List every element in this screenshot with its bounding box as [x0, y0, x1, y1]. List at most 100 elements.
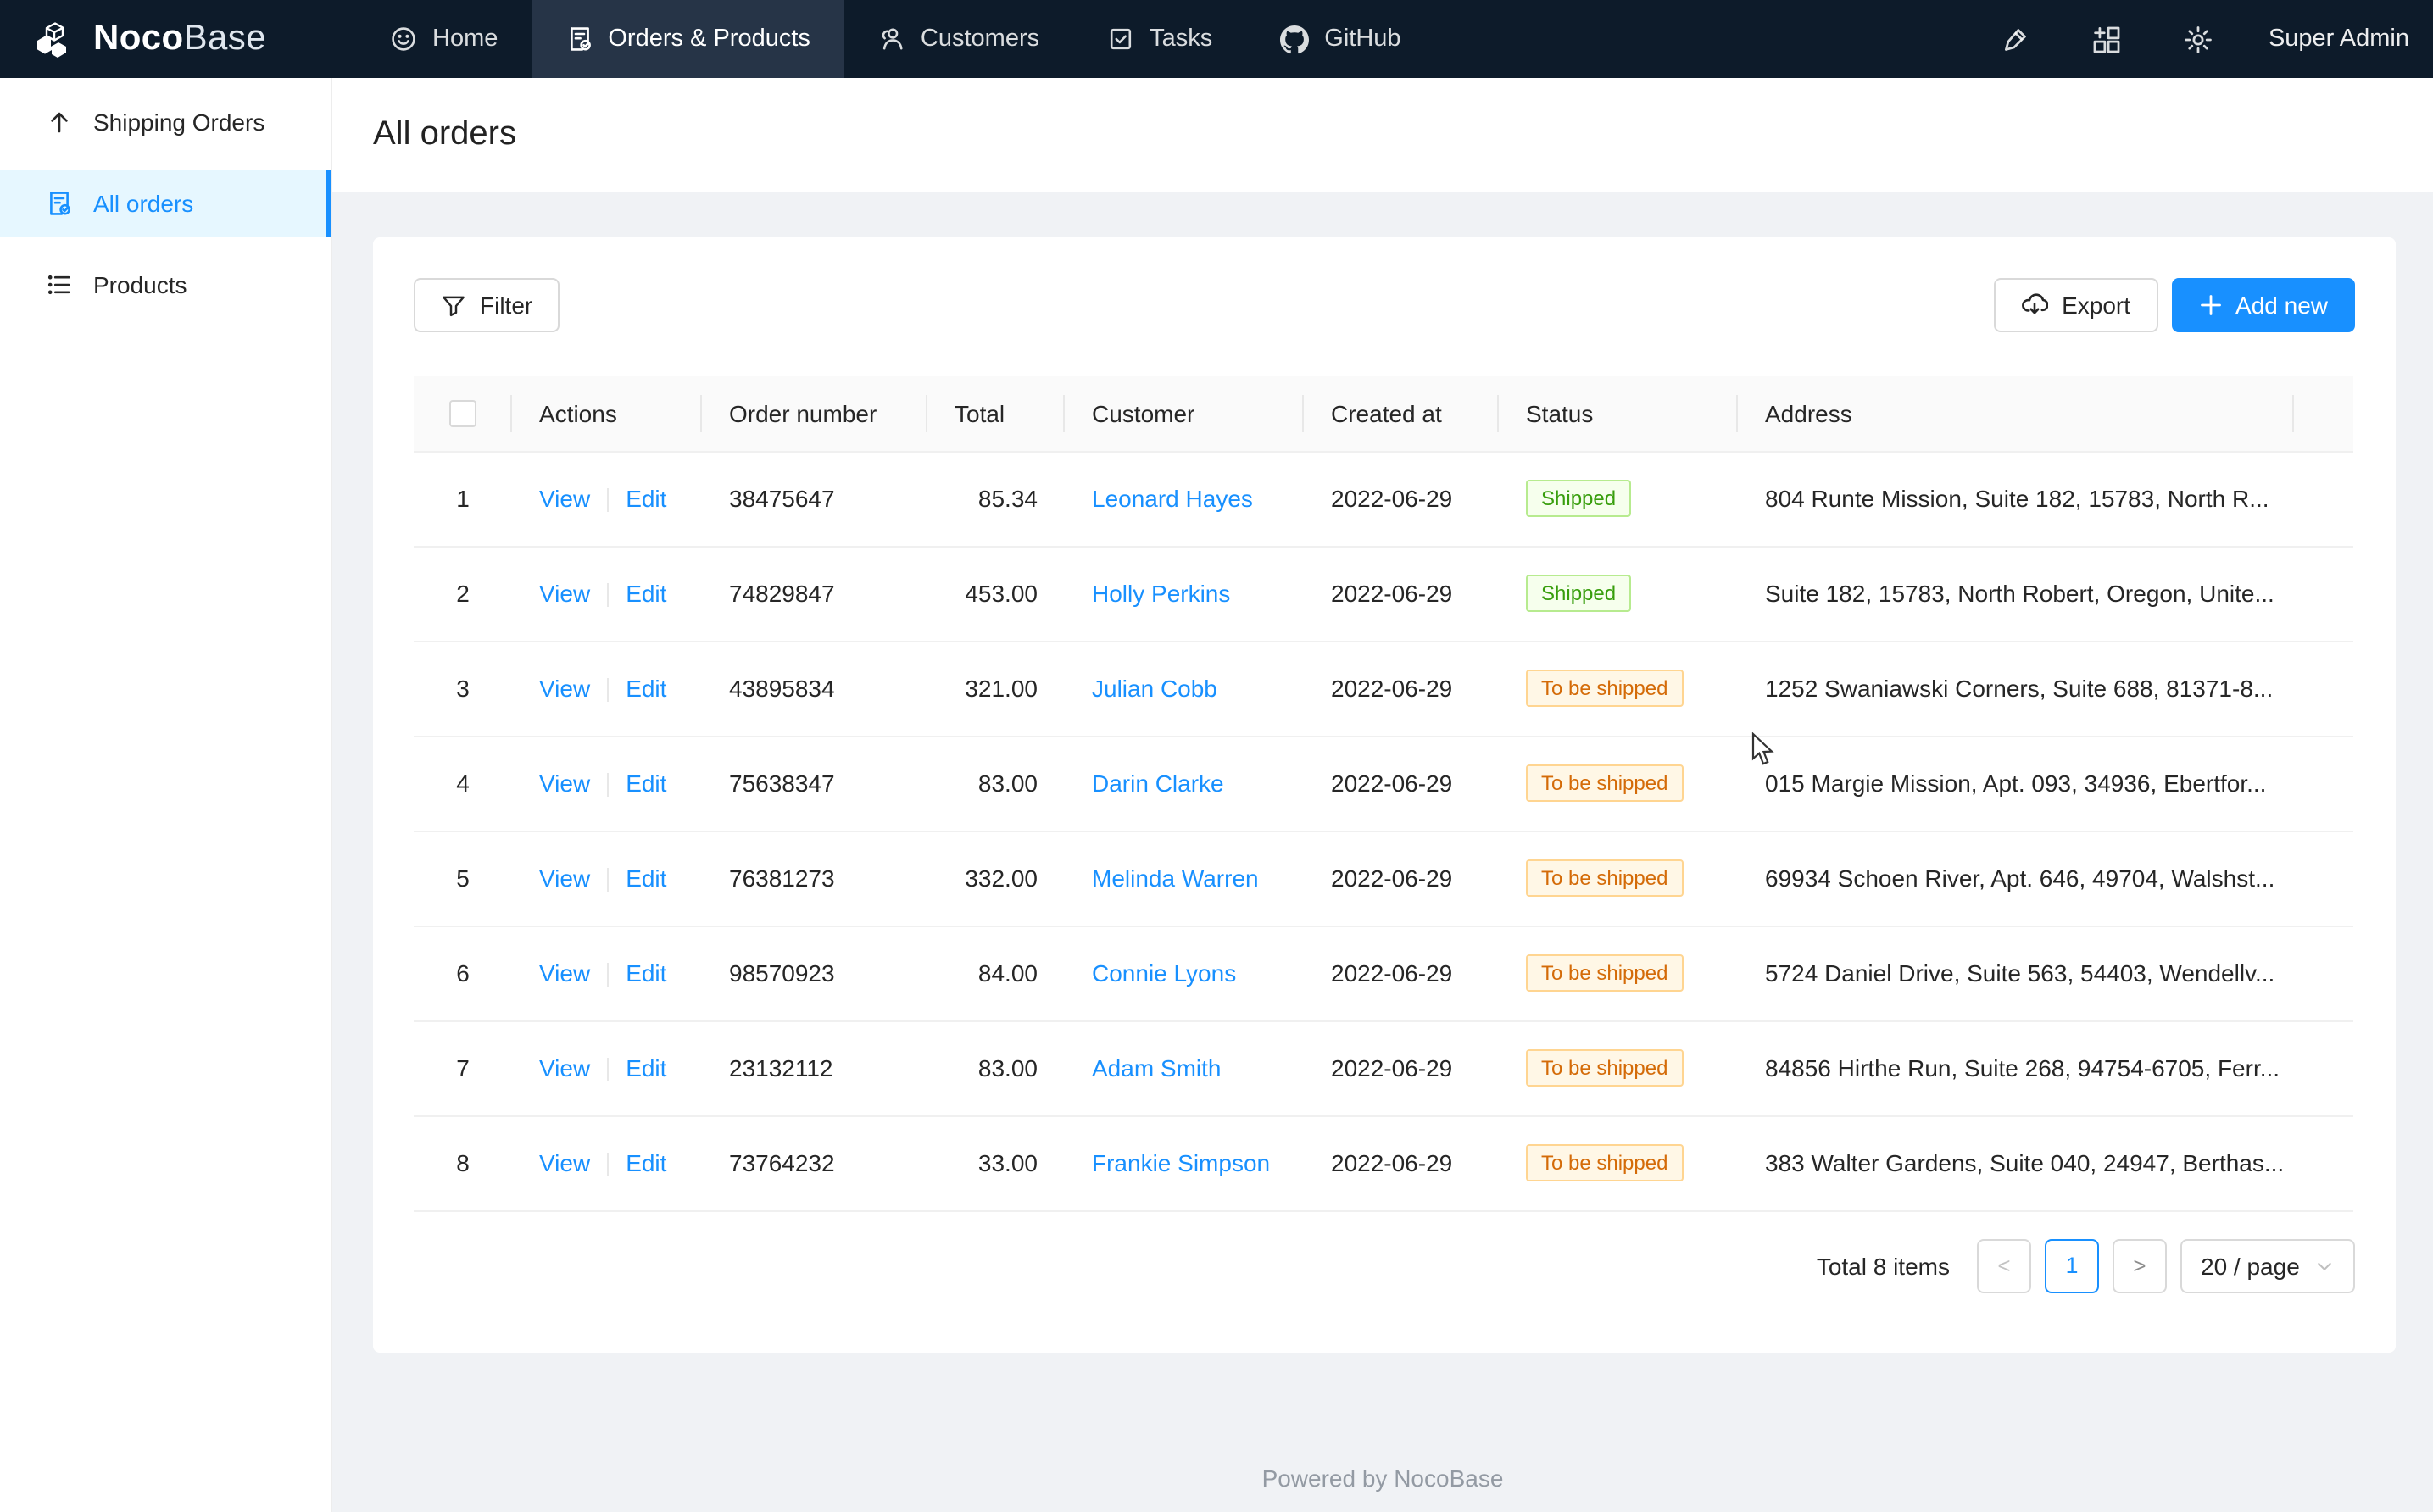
table-toolbar: Filter Export Add new	[414, 278, 2355, 332]
settings-gear-icon[interactable]	[2177, 17, 2221, 61]
row-actions-cell: View Edit	[512, 1020, 702, 1115]
view-link[interactable]: View	[539, 770, 590, 797]
sidebar-item-all-orders[interactable]: All orders	[0, 170, 331, 237]
view-link[interactable]: View	[539, 959, 590, 987]
status-cell: Shipped	[1499, 451, 1738, 546]
edit-link[interactable]: Edit	[626, 485, 666, 512]
app-screen: NocoBase Home Orders & Products Customer…	[0, 0, 2433, 1512]
table-row: 7ViewEdit2313211283.00Adam Smith2022-06-…	[414, 1020, 2353, 1115]
tab-customers[interactable]: Customers	[844, 0, 1073, 78]
total-cell: 332.00	[927, 831, 1065, 926]
total-cell: 83.00	[927, 736, 1065, 831]
created-at-cell: 2022-06-29	[1304, 831, 1499, 926]
spacer-cell	[2294, 451, 2353, 546]
edit-link[interactable]: Edit	[626, 864, 666, 892]
status-cell: Shipped	[1499, 546, 1738, 641]
view-link[interactable]: View	[539, 485, 590, 512]
customer-link[interactable]: Leonard Hayes	[1092, 485, 1253, 512]
edit-link[interactable]: Edit	[626, 1149, 666, 1176]
column-header-total: Total	[927, 376, 1065, 451]
plus-icon	[2198, 293, 2222, 317]
user-menu[interactable]: Super Admin	[2269, 25, 2409, 53]
customer-cell: Connie Lyons	[1065, 926, 1304, 1020]
main-nav-tabs: Home Orders & Products Customers Tasks G…	[356, 0, 1435, 78]
action-divider	[607, 583, 609, 607]
order-number-cell: 43895834	[702, 641, 927, 736]
customer-link[interactable]: Melinda Warren	[1092, 864, 1259, 892]
address-cell: 5724 Daniel Drive, Suite 563, 54403, Wen…	[1738, 926, 2294, 1020]
customer-link[interactable]: Julian Cobb	[1092, 675, 1217, 702]
table-body: 1ViewEdit3847564785.34Leonard Hayes2022-…	[414, 451, 2353, 1210]
row-index-cell: 7	[414, 1020, 512, 1115]
action-divider	[607, 678, 609, 702]
address-cell: 69934 Schoen River, Apt. 646, 49704, Wal…	[1738, 831, 2294, 926]
spacer-cell	[2294, 1020, 2353, 1115]
pagination-prev-button[interactable]: <	[1977, 1238, 2031, 1292]
tab-tasks[interactable]: Tasks	[1073, 0, 1246, 78]
status-cell: To be shipped	[1499, 831, 1738, 926]
brand[interactable]: NocoBase	[0, 0, 356, 78]
plugin-blocks-icon[interactable]	[2085, 17, 2130, 61]
order-number-cell: 38475647	[702, 451, 927, 546]
edit-link[interactable]: Edit	[626, 959, 666, 987]
order-document-icon	[565, 25, 593, 53]
sidebar-item-products[interactable]: Products	[0, 251, 331, 319]
status-cell: To be shipped	[1499, 641, 1738, 736]
row-index-cell: 5	[414, 831, 512, 926]
customer-cell: Julian Cobb	[1065, 641, 1304, 736]
status-cell: To be shipped	[1499, 926, 1738, 1020]
select-all-checkbox[interactable]	[449, 400, 476, 427]
tab-orders-products[interactable]: Orders & Products	[532, 0, 844, 78]
customer-link[interactable]: Darin Clarke	[1092, 770, 1224, 797]
created-at-cell: 2022-06-29	[1304, 451, 1499, 546]
column-header-customer: Customer	[1065, 376, 1304, 451]
customer-cell: Holly Perkins	[1065, 546, 1304, 641]
tab-home[interactable]: Home	[356, 0, 532, 78]
edit-link[interactable]: Edit	[626, 1054, 666, 1081]
customer-cell: Leonard Hayes	[1065, 451, 1304, 546]
pagination-page-1[interactable]: 1	[2045, 1238, 2099, 1292]
status-cell: To be shipped	[1499, 1115, 1738, 1210]
customer-link[interactable]: Connie Lyons	[1092, 959, 1236, 987]
view-link[interactable]: View	[539, 1054, 590, 1081]
customer-link[interactable]: Holly Perkins	[1092, 580, 1230, 607]
view-link[interactable]: View	[539, 864, 590, 892]
row-actions-cell: View Edit	[512, 926, 702, 1020]
status-badge: To be shipped	[1526, 1144, 1683, 1181]
sidebar: Shipping Orders All orders Products	[0, 78, 332, 1512]
customer-link[interactable]: Frankie Simpson	[1092, 1149, 1270, 1176]
column-header-spacer	[2294, 376, 2353, 451]
sidebar-item-shipping-orders[interactable]: Shipping Orders	[0, 88, 331, 156]
chevron-right-icon: >	[2133, 1253, 2146, 1278]
status-badge: To be shipped	[1526, 954, 1683, 992]
filter-button[interactable]: Filter	[414, 278, 560, 332]
customer-link[interactable]: Adam Smith	[1092, 1054, 1222, 1081]
order-number-cell: 23132112	[702, 1020, 927, 1115]
main-area: All orders Filter Export	[332, 78, 2433, 1512]
ui-editor-pen-icon[interactable]	[1994, 17, 2038, 61]
tab-github[interactable]: GitHub	[1246, 0, 1434, 78]
view-link[interactable]: View	[539, 1149, 590, 1176]
view-link[interactable]: View	[539, 675, 590, 702]
nocobase-logo-icon	[31, 16, 76, 62]
total-cell: 453.00	[927, 546, 1065, 641]
chevron-down-icon	[2314, 1255, 2335, 1276]
github-icon	[1280, 25, 1309, 53]
add-new-button[interactable]: Add new	[2171, 278, 2355, 332]
pagination-next-button[interactable]: >	[2113, 1238, 2167, 1292]
total-cell: 321.00	[927, 641, 1065, 736]
view-link[interactable]: View	[539, 580, 590, 607]
export-button[interactable]: Export	[1994, 278, 2157, 332]
status-badge: To be shipped	[1526, 670, 1683, 707]
edit-link[interactable]: Edit	[626, 675, 666, 702]
sidebar-item-label: Products	[93, 271, 187, 298]
customers-person-icon	[878, 25, 905, 53]
edit-link[interactable]: Edit	[626, 770, 666, 797]
address-cell: 84856 Hirthe Run, Suite 268, 94754-6705,…	[1738, 1020, 2294, 1115]
created-at-cell: 2022-06-29	[1304, 1115, 1499, 1210]
tab-customers-label: Customers	[921, 25, 1039, 53]
total-cell: 33.00	[927, 1115, 1065, 1210]
page-size-select[interactable]: 20 / page	[2180, 1238, 2355, 1292]
edit-link[interactable]: Edit	[626, 580, 666, 607]
row-actions-cell: View Edit	[512, 546, 702, 641]
